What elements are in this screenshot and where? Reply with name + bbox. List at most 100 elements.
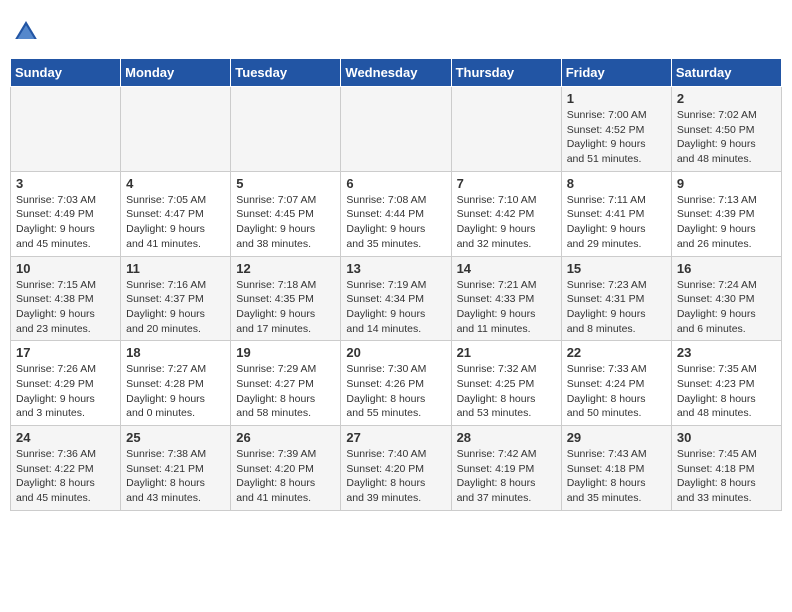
week-row-2: 3Sunrise: 7:03 AM Sunset: 4:49 PM Daylig… [11,171,782,256]
day-number: 21 [457,345,556,360]
day-cell: 16 Sunrise: 7:24 AM Sunset: 4:30 PM Dayli… [671,256,781,341]
day-info: Sunrise: 7:07 AM Sunset: 4:45 PM Dayligh… [236,193,335,252]
day-info: Sunrise: 7:05 AM Sunset: 4:47 PM Dayligh… [126,193,225,252]
day-cell: 29 Sunrise: 7:43 AM Sunset: 4:18 PM Dayli… [561,426,671,511]
day-cell: 14 Sunrise: 7:21 AM Sunset: 4:33 PM Dayli… [451,256,561,341]
day-cell: 20 Sunrise: 7:30 AM Sunset: 4:26 PM Dayli… [341,341,451,426]
day-number: 16 [677,261,776,276]
day-info: Sunrise: 7:40 AM Sunset: 4:20 PM Dayligh… [346,447,445,506]
day-info: Sunrise: 7:16 AM Sunset: 4:37 PM Dayligh… [126,278,225,337]
day-number: 23 [677,345,776,360]
day-cell: 24 Sunrise: 7:36 AM Sunset: 4:22 PM Dayli… [11,426,121,511]
day-info: Sunrise: 7:39 AM Sunset: 4:20 PM Dayligh… [236,447,335,506]
day-cell: 4 Sunrise: 7:05 AM Sunset: 4:47 PM Daylig… [121,171,231,256]
day-number: 14 [457,261,556,276]
calendar-table: SundayMondayTuesdayWednesdayThursdayFrid… [10,58,782,511]
day-cell: 15 Sunrise: 7:23 AM Sunset: 4:31 PM Dayli… [561,256,671,341]
day-number: 28 [457,430,556,445]
day-cell: 13 Sunrise: 7:19 AM Sunset: 4:34 PM Dayli… [341,256,451,341]
day-info: Sunrise: 7:38 AM Sunset: 4:21 PM Dayligh… [126,447,225,506]
day-info: Sunrise: 7:08 AM Sunset: 4:44 PM Dayligh… [346,193,445,252]
day-cell: 23 Sunrise: 7:35 AM Sunset: 4:23 PM Dayli… [671,341,781,426]
day-cell [341,87,451,172]
day-info: Sunrise: 7:30 AM Sunset: 4:26 PM Dayligh… [346,362,445,421]
day-cell [451,87,561,172]
day-cell: 19 Sunrise: 7:29 AM Sunset: 4:27 PM Dayli… [231,341,341,426]
day-info: Sunrise: 7:35 AM Sunset: 4:23 PM Dayligh… [677,362,776,421]
day-info: Sunrise: 7:13 AM Sunset: 4:39 PM Dayligh… [677,193,776,252]
logo [14,18,42,42]
day-number: 29 [567,430,666,445]
day-info: Sunrise: 7:24 AM Sunset: 4:30 PM Dayligh… [677,278,776,337]
day-info: Sunrise: 7:10 AM Sunset: 4:42 PM Dayligh… [457,193,556,252]
day-number: 24 [16,430,115,445]
day-cell: 25 Sunrise: 7:38 AM Sunset: 4:21 PM Dayli… [121,426,231,511]
day-cell: 6Sunrise: 7:08 AM Sunset: 4:44 PM Daylig… [341,171,451,256]
day-header-wednesday: Wednesday [341,59,451,87]
day-number: 19 [236,345,335,360]
day-info: Sunrise: 7:45 AM Sunset: 4:18 PM Dayligh… [677,447,776,506]
day-number: 27 [346,430,445,445]
day-headers-row: SundayMondayTuesdayWednesdayThursdayFrid… [11,59,782,87]
day-number: 17 [16,345,115,360]
day-cell: 5Sunrise: 7:07 AM Sunset: 4:45 PM Daylig… [231,171,341,256]
day-number: 30 [677,430,776,445]
day-cell [11,87,121,172]
day-cell: 10Sunrise: 7:15 AM Sunset: 4:38 PM Dayli… [11,256,121,341]
day-cell [231,87,341,172]
day-info: Sunrise: 7:19 AM Sunset: 4:34 PM Dayligh… [346,278,445,337]
week-row-5: 24 Sunrise: 7:36 AM Sunset: 4:22 PM Dayli… [11,426,782,511]
day-cell: 21 Sunrise: 7:32 AM Sunset: 4:25 PM Dayli… [451,341,561,426]
day-cell: 22Sunrise: 7:33 AM Sunset: 4:24 PM Dayli… [561,341,671,426]
day-cell: 9Sunrise: 7:13 AM Sunset: 4:39 PM Daylig… [671,171,781,256]
day-number: 18 [126,345,225,360]
day-cell: 2 Sunrise: 7:02 AM Sunset: 4:50 PM Daylig… [671,87,781,172]
day-number: 2 [677,91,776,106]
day-info: Sunrise: 7:02 AM Sunset: 4:50 PM Dayligh… [677,108,776,167]
day-header-tuesday: Tuesday [231,59,341,87]
day-info: Sunrise: 7:43 AM Sunset: 4:18 PM Dayligh… [567,447,666,506]
week-row-4: 17 Sunrise: 7:26 AM Sunset: 4:29 PM Dayli… [11,341,782,426]
day-cell: 18 Sunrise: 7:27 AM Sunset: 4:28 PM Dayli… [121,341,231,426]
day-cell: 3Sunrise: 7:03 AM Sunset: 4:49 PM Daylig… [11,171,121,256]
logo-icon [14,18,38,42]
day-cell: 1 Sunrise: 7:00 AM Sunset: 4:52 PM Daylig… [561,87,671,172]
day-number: 11 [126,261,225,276]
day-number: 15 [567,261,666,276]
day-info: Sunrise: 7:15 AM Sunset: 4:38 PM Dayligh… [16,278,115,337]
day-info: Sunrise: 7:26 AM Sunset: 4:29 PM Dayligh… [16,362,115,421]
page-header [10,10,782,50]
day-header-sunday: Sunday [11,59,121,87]
day-header-thursday: Thursday [451,59,561,87]
week-row-1: 1 Sunrise: 7:00 AM Sunset: 4:52 PM Daylig… [11,87,782,172]
day-cell: 17 Sunrise: 7:26 AM Sunset: 4:29 PM Dayli… [11,341,121,426]
day-number: 13 [346,261,445,276]
day-info: Sunrise: 7:23 AM Sunset: 4:31 PM Dayligh… [567,278,666,337]
day-info: Sunrise: 7:29 AM Sunset: 4:27 PM Dayligh… [236,362,335,421]
day-info: Sunrise: 7:42 AM Sunset: 4:19 PM Dayligh… [457,447,556,506]
day-cell: 30 Sunrise: 7:45 AM Sunset: 4:18 PM Dayli… [671,426,781,511]
day-info: Sunrise: 7:21 AM Sunset: 4:33 PM Dayligh… [457,278,556,337]
day-number: 22 [567,345,666,360]
day-header-friday: Friday [561,59,671,87]
day-cell: 27 Sunrise: 7:40 AM Sunset: 4:20 PM Dayli… [341,426,451,511]
day-header-monday: Monday [121,59,231,87]
day-info: Sunrise: 7:36 AM Sunset: 4:22 PM Dayligh… [16,447,115,506]
day-info: Sunrise: 7:32 AM Sunset: 4:25 PM Dayligh… [457,362,556,421]
day-number: 8 [567,176,666,191]
day-number: 12 [236,261,335,276]
day-cell: 28 Sunrise: 7:42 AM Sunset: 4:19 PM Dayli… [451,426,561,511]
day-number: 26 [236,430,335,445]
day-header-saturday: Saturday [671,59,781,87]
day-number: 7 [457,176,556,191]
day-number: 25 [126,430,225,445]
day-cell: 26 Sunrise: 7:39 AM Sunset: 4:20 PM Dayli… [231,426,341,511]
day-info: Sunrise: 7:27 AM Sunset: 4:28 PM Dayligh… [126,362,225,421]
day-number: 20 [346,345,445,360]
day-cell: 11 Sunrise: 7:16 AM Sunset: 4:37 PM Dayli… [121,256,231,341]
day-info: Sunrise: 7:00 AM Sunset: 4:52 PM Dayligh… [567,108,666,167]
day-number: 3 [16,176,115,191]
day-number: 1 [567,91,666,106]
day-number: 4 [126,176,225,191]
day-info: Sunrise: 7:11 AM Sunset: 4:41 PM Dayligh… [567,193,666,252]
